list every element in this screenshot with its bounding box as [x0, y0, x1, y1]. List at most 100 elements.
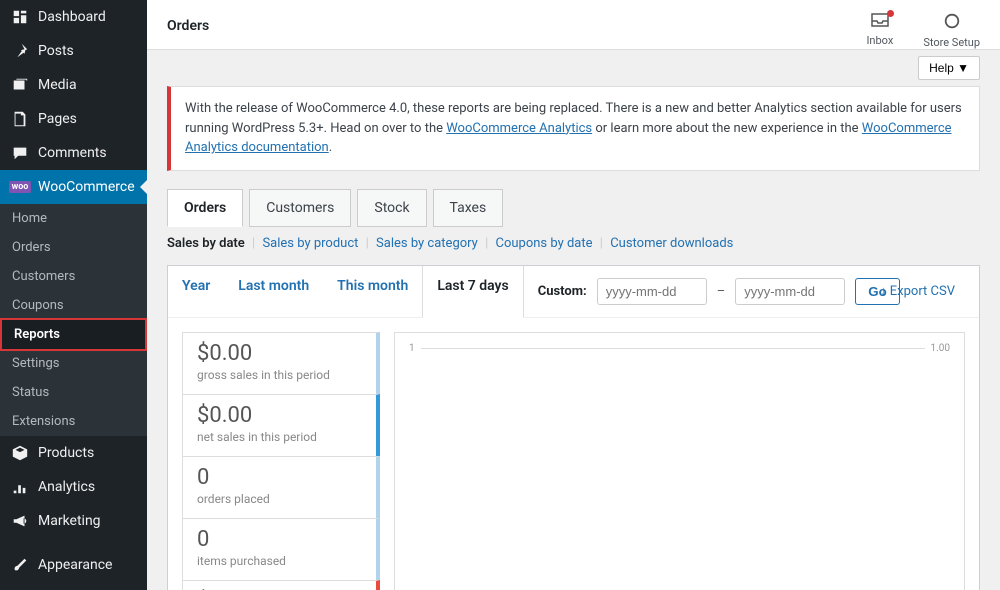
sidebar-label: Media	[38, 77, 77, 93]
sidebar-item-appearance[interactable]: Appearance	[0, 548, 147, 582]
stat-value: 0	[197, 465, 362, 490]
submenu-settings[interactable]: Settings	[0, 349, 147, 378]
sidebar-label: Comments	[38, 145, 107, 161]
page-title: Orders	[167, 12, 866, 34]
tab-orders[interactable]: Orders	[167, 189, 243, 227]
submenu-coupons[interactable]: Coupons	[0, 291, 147, 320]
stat-value: $0.00	[197, 403, 362, 428]
brush-icon	[10, 555, 30, 575]
date-dash: –	[717, 284, 726, 299]
pin-icon	[10, 41, 30, 61]
sidebar-item-plugins[interactable]: Plugins	[0, 582, 147, 590]
admin-sidebar: Dashboard Posts Media Pages Comments woo…	[0, 0, 147, 590]
notice-text: .	[329, 140, 332, 155]
export-csv-link[interactable]: ↓ Export CSV	[866, 271, 969, 311]
range-last-7-days[interactable]: Last 7 days	[422, 266, 523, 318]
sidebar-item-comments[interactable]: Comments	[0, 136, 147, 170]
sidebar-item-dashboard[interactable]: Dashboard	[0, 0, 147, 34]
subnav-sales-product[interactable]: Sales by product	[262, 236, 358, 251]
sidebar-label: Dashboard	[38, 9, 106, 25]
page-icon	[10, 109, 30, 129]
date-to-input[interactable]	[735, 278, 845, 305]
products-icon	[10, 443, 30, 463]
sidebar-item-marketing[interactable]: Marketing	[0, 504, 147, 538]
report-subnav: Sales by date | Sales by product | Sales…	[167, 226, 980, 261]
report-panel: Year Last month This month Last 7 days C…	[167, 265, 980, 590]
submenu-orders[interactable]: Orders	[0, 233, 147, 262]
export-label: Export CSV	[890, 284, 955, 299]
subnav-downloads[interactable]: Customer downloads	[610, 236, 733, 251]
circle-icon	[943, 12, 961, 34]
sidebar-label: Pages	[38, 111, 77, 127]
sidebar-label: Appearance	[38, 557, 112, 573]
top-bar: Orders Inbox Store Setup	[147, 0, 1000, 50]
sidebar-item-pages[interactable]: Pages	[0, 102, 147, 136]
analytics-link[interactable]: WooCommerce Analytics	[446, 121, 592, 136]
notification-dot	[887, 10, 894, 17]
sidebar-label: Products	[38, 445, 94, 461]
axis-line	[421, 348, 925, 349]
sidebar-label: Marketing	[38, 513, 101, 529]
inbox-icon	[870, 12, 890, 32]
tab-customers[interactable]: Customers	[249, 189, 351, 227]
stat-label: orders placed	[197, 492, 362, 506]
help-row: Help ▼	[147, 50, 1000, 86]
stat-value: 0	[197, 527, 362, 552]
subnav-coupons[interactable]: Coupons by date	[496, 236, 593, 251]
report-body: $0.00 gross sales in this period $0.00 net…	[168, 318, 979, 590]
stat-orders-placed[interactable]: 0 orders placed	[182, 456, 380, 519]
inbox-button[interactable]: Inbox	[866, 12, 893, 49]
stat-label: items purchased	[197, 554, 362, 568]
stat-label: gross sales in this period	[197, 368, 362, 382]
sidebar-item-analytics[interactable]: Analytics	[0, 470, 147, 504]
sidebar-label: WooCommerce	[38, 179, 135, 195]
stat-net-sales[interactable]: $0.00 net sales in this period	[182, 394, 380, 457]
store-setup-label: Store Setup	[923, 36, 980, 49]
comment-icon	[10, 143, 30, 163]
submenu-home[interactable]: Home	[0, 204, 147, 233]
main-content: Orders Inbox Store Setup Help ▼ With the…	[147, 0, 1000, 590]
date-range-row: Year Last month This month Last 7 days C…	[168, 266, 979, 318]
subnav-sales-category[interactable]: Sales by category	[376, 236, 478, 251]
submenu-extensions[interactable]: Extensions	[0, 407, 147, 436]
subnav-current: Sales by date	[167, 236, 245, 251]
stat-gross-sales[interactable]: $0.00 gross sales in this period	[182, 332, 380, 395]
dashboard-icon	[10, 7, 30, 27]
stat-extra[interactable]: $0.00	[182, 580, 380, 590]
stats-column: $0.00 gross sales in this period $0.00 net…	[182, 332, 380, 590]
custom-label: Custom:	[538, 284, 587, 299]
megaphone-icon	[10, 511, 30, 531]
download-icon: ↓	[880, 284, 887, 299]
sidebar-label: Analytics	[38, 479, 95, 495]
sidebar-item-posts[interactable]: Posts	[0, 34, 147, 68]
media-icon	[10, 75, 30, 95]
range-this-month[interactable]: This month	[323, 266, 422, 317]
tab-taxes[interactable]: Taxes	[433, 189, 504, 227]
stat-value: $0.00	[197, 341, 362, 366]
sidebar-item-woocommerce[interactable]: woo WooCommerce	[0, 170, 147, 204]
woocommerce-submenu: Home Orders Customers Coupons Reports Se…	[0, 204, 147, 436]
sidebar-item-media[interactable]: Media	[0, 68, 147, 102]
woocommerce-icon: woo	[10, 177, 30, 197]
stat-items-purchased[interactable]: 0 items purchased	[182, 518, 380, 581]
report-tabs: Orders Customers Stock Taxes	[167, 189, 980, 226]
range-last-month[interactable]: Last month	[224, 266, 323, 317]
store-setup-button[interactable]: Store Setup	[923, 12, 980, 49]
inbox-label: Inbox	[866, 34, 893, 47]
notice-text: or learn more about the new experience i…	[595, 121, 861, 136]
stat-label: net sales in this period	[197, 430, 362, 444]
tab-stock[interactable]: Stock	[357, 189, 426, 227]
axis-tick-right: 1.00	[931, 343, 951, 354]
submenu-reports[interactable]: Reports	[0, 318, 147, 351]
help-button[interactable]: Help ▼	[918, 56, 980, 80]
deprecation-notice: With the release of WooCommerce 4.0, the…	[167, 86, 980, 171]
chart-area: 1 1.00	[394, 332, 965, 590]
sidebar-label: Posts	[38, 43, 74, 59]
range-year[interactable]: Year	[168, 266, 224, 317]
custom-range: Custom: – Go	[524, 266, 914, 317]
submenu-customers[interactable]: Customers	[0, 262, 147, 291]
analytics-icon	[10, 477, 30, 497]
submenu-status[interactable]: Status	[0, 378, 147, 407]
sidebar-item-products[interactable]: Products	[0, 436, 147, 470]
date-from-input[interactable]	[597, 278, 707, 305]
